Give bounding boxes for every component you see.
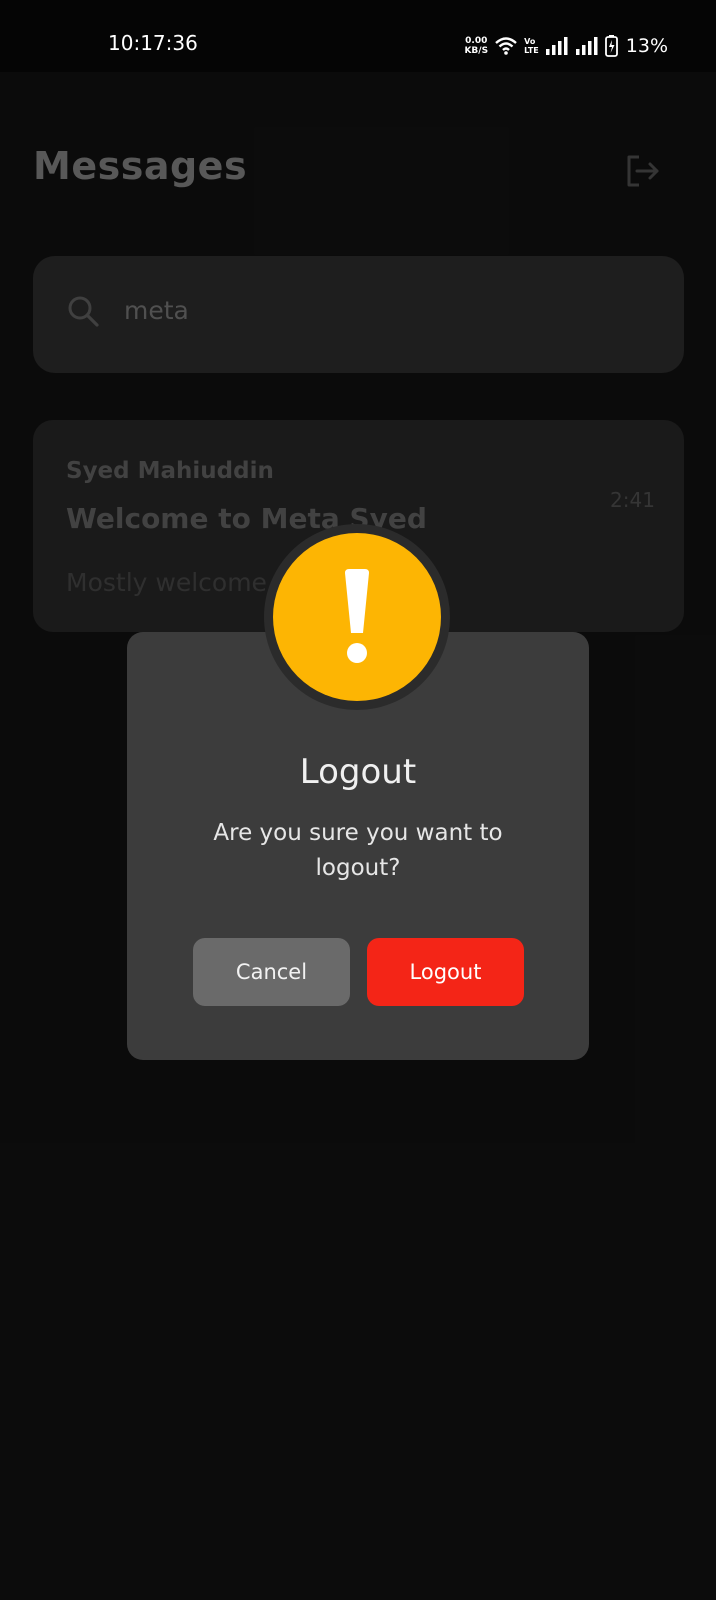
volte-indicator: Vo LTE [524,37,539,55]
warning-icon-circle [273,533,441,701]
network-speed: 0.00 KB/S [464,36,489,56]
signal-icon [545,37,568,55]
dialog-message: Are you sure you want to logout? [213,820,503,881]
battery-percent: 13% [625,35,668,57]
status-time: 10:17:36 [108,31,198,55]
signal-icon [575,37,598,55]
confirm-logout-button[interactable]: Logout [367,938,524,1006]
wifi-icon [495,37,517,55]
dialog-title: Logout [299,752,417,792]
battery-icon [604,35,618,57]
warning-icon [345,569,369,663]
status-bar: 10:17:36 0.00 KB/S Vo LTE 13% [0,0,716,72]
cancel-button[interactable]: Cancel [193,938,350,1006]
status-icons: 0.00 KB/S Vo LTE 13% [464,33,668,59]
alert-badge [264,524,450,710]
